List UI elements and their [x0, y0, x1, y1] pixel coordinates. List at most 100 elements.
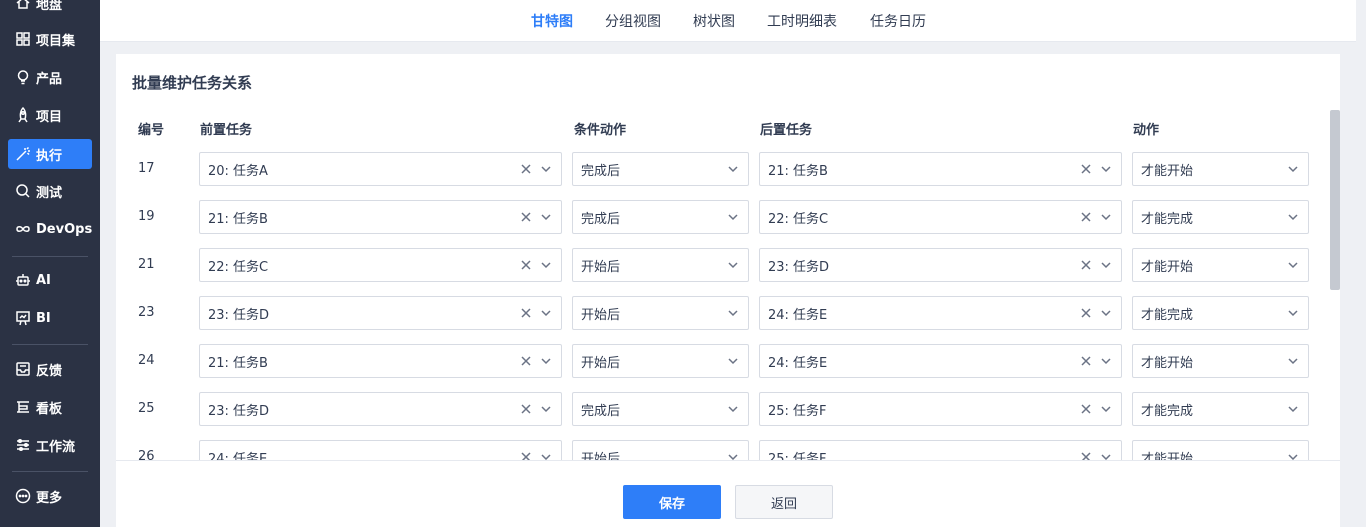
chevron-down-icon[interactable]	[1099, 210, 1113, 224]
sidebar-item-feedback[interactable]: 反馈	[8, 354, 92, 384]
clear-icon[interactable]	[1079, 450, 1093, 460]
chevron-down-icon[interactable]	[1099, 354, 1113, 368]
chevron-down-icon[interactable]	[726, 354, 740, 368]
select-value: 才能开始	[1141, 355, 1194, 371]
post-task-select[interactable]: 23: 任务D	[759, 248, 1122, 282]
tab-gantt[interactable]: 甘特图	[531, 11, 573, 31]
chevron-down-icon[interactable]	[726, 162, 740, 176]
pre-task-select[interactable]: 20: 任务A	[199, 152, 562, 186]
tab-task-calendar[interactable]: 任务日历	[870, 11, 926, 31]
clear-icon[interactable]	[1079, 210, 1093, 224]
sidebar-item-dashboard[interactable]: 地盘	[8, 0, 92, 18]
tab-tree-view[interactable]: 树状图	[693, 11, 735, 31]
tab-group-view[interactable]: 分组视图	[605, 11, 661, 31]
chevron-down-icon[interactable]	[1099, 306, 1113, 320]
robot-icon	[15, 272, 31, 288]
back-button[interactable]: 返回	[735, 485, 833, 519]
action-select[interactable]: 才能完成	[1132, 200, 1309, 234]
sidebar-item-execution[interactable]: 执行	[8, 139, 92, 169]
clear-icon[interactable]	[1079, 258, 1093, 272]
condition-select[interactable]: 开始后	[572, 248, 749, 282]
page-scrollbar[interactable]	[1356, 0, 1366, 527]
clear-icon[interactable]	[1079, 354, 1093, 368]
sidebar-item-product[interactable]: 产品	[8, 62, 92, 92]
tab-effort-detail[interactable]: 工时明细表	[767, 11, 837, 31]
action-select[interactable]: 才能开始	[1132, 248, 1309, 282]
chevron-down-icon[interactable]	[1099, 162, 1113, 176]
sidebar-item-bi[interactable]: BI	[8, 303, 92, 333]
chevron-down-icon[interactable]	[726, 402, 740, 416]
clear-icon[interactable]	[519, 258, 533, 272]
clear-icon[interactable]	[519, 210, 533, 224]
chevron-down-icon[interactable]	[1286, 306, 1300, 320]
post-task-select[interactable]: 25: 任务F	[759, 392, 1122, 426]
pre-task-select[interactable]: 24: 任务E	[199, 440, 562, 460]
chevron-down-icon[interactable]	[726, 210, 740, 224]
save-button[interactable]: 保存	[623, 485, 721, 519]
sidebar-item-devops[interactable]: DevOps	[8, 214, 92, 244]
post-task-select[interactable]: 21: 任务B	[759, 152, 1122, 186]
pre-task-select[interactable]: 21: 任务B	[199, 344, 562, 378]
condition-select[interactable]: 完成后	[572, 200, 749, 234]
post-task-select[interactable]: 24: 任务E	[759, 296, 1122, 330]
chevron-down-icon[interactable]	[1099, 450, 1113, 460]
action-select[interactable]: 才能完成	[1132, 392, 1309, 426]
chevron-down-icon[interactable]	[726, 450, 740, 460]
action-select[interactable]: 才能开始	[1132, 152, 1309, 186]
sidebar-item-more[interactable]: 更多	[8, 481, 92, 511]
chevron-down-icon[interactable]	[539, 258, 553, 272]
pre-task-select[interactable]: 23: 任务D	[199, 392, 562, 426]
action-select[interactable]: 才能开始	[1132, 344, 1309, 378]
clear-icon[interactable]	[519, 354, 533, 368]
pre-task-select[interactable]: 23: 任务D	[199, 296, 562, 330]
clear-icon[interactable]	[519, 450, 533, 460]
action-select[interactable]: 才能开始	[1132, 440, 1309, 460]
pre-task-select[interactable]: 22: 任务C	[199, 248, 562, 282]
condition-select[interactable]: 开始后	[572, 440, 749, 460]
sidebar-item-program[interactable]: 项目集	[8, 24, 92, 54]
chevron-down-icon[interactable]	[1286, 354, 1300, 368]
sidebar-item-project[interactable]: 项目	[8, 100, 92, 130]
chevron-down-icon[interactable]	[1286, 450, 1300, 460]
post-task-select[interactable]: 24: 任务E	[759, 344, 1122, 378]
row-number: 25	[138, 401, 155, 416]
clear-icon[interactable]	[1079, 306, 1093, 320]
chevron-down-icon[interactable]	[1286, 258, 1300, 272]
rocket-icon	[15, 107, 31, 123]
chevron-down-icon[interactable]	[539, 306, 553, 320]
chevron-down-icon[interactable]	[1099, 258, 1113, 272]
sidebar-item-test[interactable]: 测试	[8, 176, 92, 206]
chevron-down-icon[interactable]	[539, 210, 553, 224]
select-value: 23: 任务D	[208, 403, 270, 419]
condition-select[interactable]: 完成后	[572, 152, 749, 186]
action-select[interactable]: 才能完成	[1132, 296, 1309, 330]
column-header-action: 动作	[1133, 123, 1160, 138]
chevron-down-icon[interactable]	[539, 162, 553, 176]
select-value: 才能开始	[1141, 451, 1194, 461]
post-task-select[interactable]: 22: 任务C	[759, 200, 1122, 234]
clear-icon[interactable]	[519, 306, 533, 320]
chevron-down-icon[interactable]	[539, 354, 553, 368]
clear-icon[interactable]	[519, 402, 533, 416]
chevron-down-icon[interactable]	[726, 306, 740, 320]
chevron-down-icon[interactable]	[539, 402, 553, 416]
condition-select[interactable]: 开始后	[572, 344, 749, 378]
chevron-down-icon[interactable]	[1286, 402, 1300, 416]
pre-task-select[interactable]: 21: 任务B	[199, 200, 562, 234]
sidebar-item-workflow[interactable]: 工作流	[8, 430, 92, 460]
chevron-down-icon[interactable]	[1286, 210, 1300, 224]
post-task-select[interactable]: 25: 任务F	[759, 440, 1122, 460]
clear-icon[interactable]	[519, 162, 533, 176]
chevron-down-icon[interactable]	[1286, 162, 1300, 176]
condition-select[interactable]: 完成后	[572, 392, 749, 426]
clear-icon[interactable]	[1079, 402, 1093, 416]
sidebar-item-kanban[interactable]: 看板	[8, 392, 92, 422]
chevron-down-icon[interactable]	[726, 258, 740, 272]
clear-icon[interactable]	[1079, 162, 1093, 176]
chevron-down-icon[interactable]	[539, 450, 553, 460]
condition-select[interactable]: 开始后	[572, 296, 749, 330]
panel-scrollbar-thumb[interactable]	[1330, 110, 1340, 290]
sidebar-item-ai[interactable]: AI	[8, 265, 92, 295]
sidebar-item-label: DevOps	[36, 221, 93, 237]
chevron-down-icon[interactable]	[1099, 402, 1113, 416]
